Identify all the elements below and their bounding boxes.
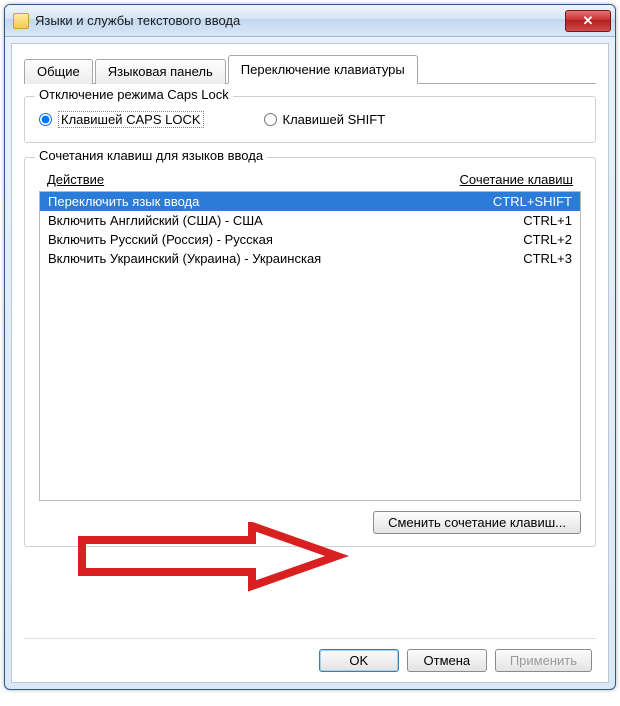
row-keys: CTRL+SHIFT [493,194,572,209]
col-action: Действие [47,172,104,187]
change-hotkey-button[interactable]: Сменить сочетание клавиш... [373,511,581,534]
radio-shift-wrap[interactable]: Клавишей SHIFT [264,111,386,128]
row-keys: CTRL+2 [523,232,572,247]
radio-capslock[interactable] [39,113,52,126]
hotkeys-listbox[interactable]: Переключить язык ввода CTRL+SHIFT Включи… [39,191,581,501]
radio-capslock-wrap[interactable]: Клавишей CAPS LOCK [39,111,204,128]
row-action: Переключить язык ввода [48,194,199,209]
window-title: Языки и службы текстового ввода [35,13,565,28]
ok-button[interactable]: OK [319,649,399,672]
apply-button[interactable]: Применить [495,649,592,672]
capslock-groupbox: Отключение режима Caps Lock Клавишей CAP… [24,96,596,143]
list-header: Действие Сочетание клавиш [39,172,581,191]
col-keys: Сочетание клавиш [460,172,573,187]
cancel-button[interactable]: Отмена [407,649,487,672]
close-icon: ✕ [583,13,594,29]
hotkeys-legend: Сочетания клавиш для языков ввода [35,148,267,163]
hotkeys-groupbox: Сочетания клавиш для языков ввода Действ… [24,157,596,547]
list-item[interactable]: Включить Украинский (Украина) - Украинск… [40,249,580,268]
row-keys: CTRL+1 [523,213,572,228]
close-button[interactable]: ✕ [565,10,611,32]
list-item[interactable]: Включить Английский (США) - США CTRL+1 [40,211,580,230]
tab-general[interactable]: Общие [24,59,93,84]
list-item[interactable]: Включить Русский (Россия) - Русская CTRL… [40,230,580,249]
row-action: Включить Английский (США) - США [48,213,263,228]
dialog-buttons: OK Отмена Применить [24,638,596,672]
tabstrip: Общие Языковая панель Переключение клави… [24,54,596,84]
tab-switching[interactable]: Переключение клавиатуры [228,55,418,84]
capslock-legend: Отключение режима Caps Lock [35,87,233,102]
list-item[interactable]: Переключить язык ввода CTRL+SHIFT [40,192,580,211]
row-keys: CTRL+3 [523,251,572,266]
dialog-window: Языки и службы текстового ввода ✕ Общие … [4,4,616,690]
row-action: Включить Украинский (Украина) - Украинск… [48,251,321,266]
row-action: Включить Русский (Россия) - Русская [48,232,273,247]
radio-capslock-label: Клавишей CAPS LOCK [58,111,204,128]
titlebar: Языки и службы текстового ввода ✕ [5,5,615,37]
tab-langbar[interactable]: Языковая панель [95,59,226,84]
app-icon [13,13,29,29]
radio-shift[interactable] [264,113,277,126]
client-area: Общие Языковая панель Переключение клави… [11,43,609,683]
radio-shift-label: Клавишей SHIFT [283,112,386,127]
